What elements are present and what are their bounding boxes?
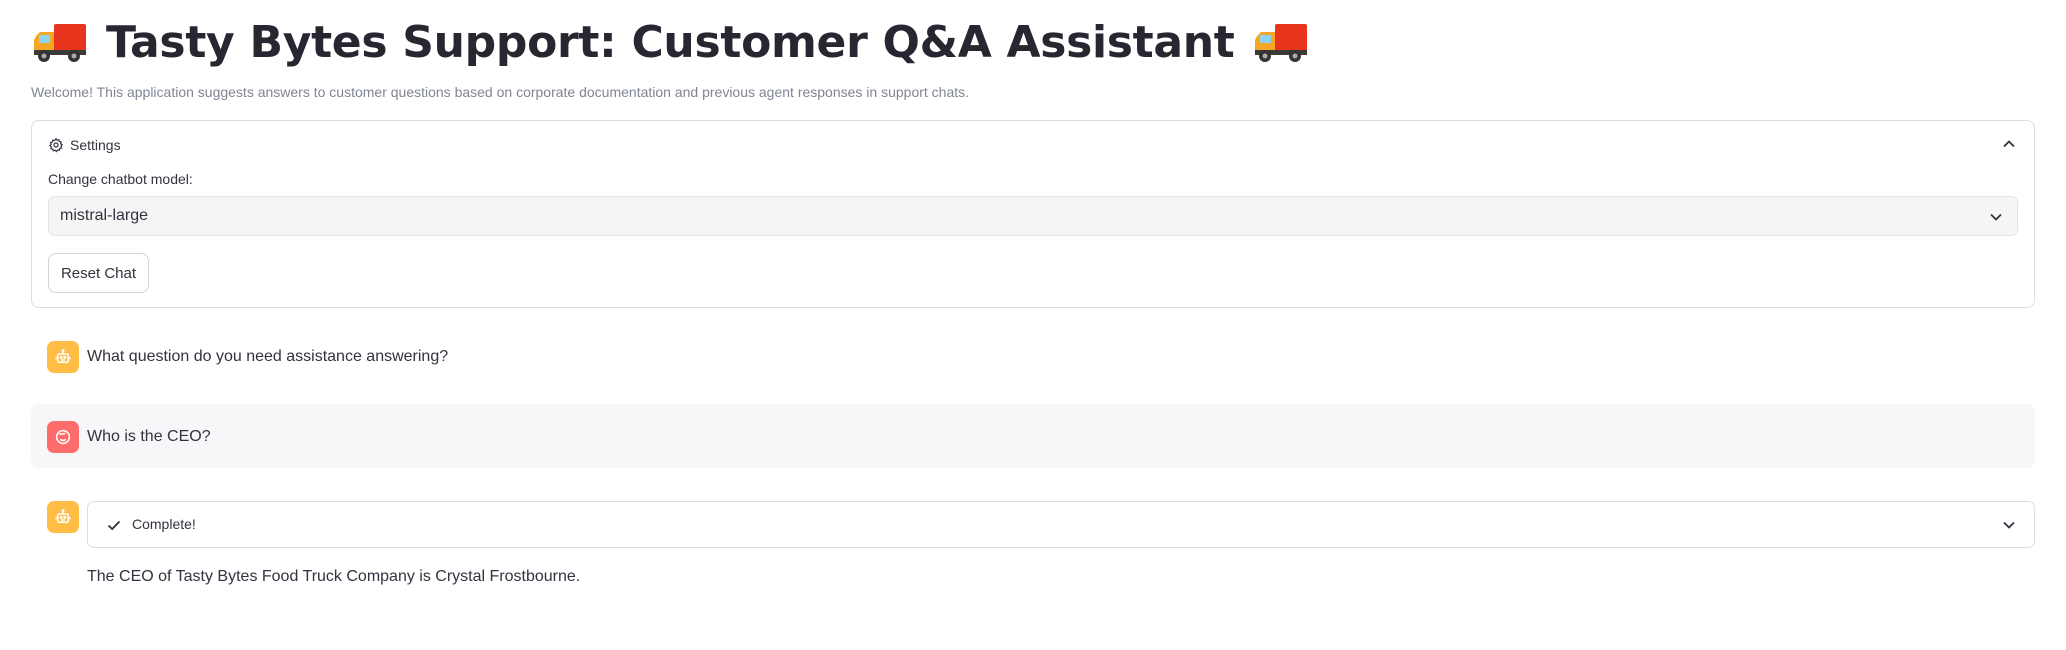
robot-icon <box>55 509 71 523</box>
assistant-avatar <box>47 501 79 533</box>
settings-label: Settings <box>70 137 121 153</box>
settings-expander: Settings Change chatbot model: mistral-l… <box>31 120 2035 308</box>
status-expander[interactable]: Complete! <box>87 501 2035 548</box>
user-message-text: Who is the CEO? <box>87 428 211 445</box>
page-title-text: Tasty Bytes Support: Customer Q&A Assist… <box>106 16 1235 68</box>
assistant-message-text: What question do you need assistance ans… <box>87 348 449 365</box>
truck-icon <box>1254 24 1307 62</box>
assistant-answer-text: The CEO of Tasty Bytes Food Truck Compan… <box>87 568 581 585</box>
model-select-label: Change chatbot model: <box>48 171 193 187</box>
user-avatar <box>47 421 79 453</box>
truck-icon <box>34 24 86 62</box>
page-title: Tasty Bytes Support: Customer Q&A Assist… <box>32 10 1309 74</box>
gear-icon <box>48 137 64 153</box>
app-page: Tasty Bytes Support: Customer Q&A Assist… <box>0 0 2066 650</box>
reset-chat-button[interactable]: Reset Chat <box>48 253 149 293</box>
check-icon <box>107 520 121 531</box>
welcome-caption: Welcome! This application suggests answe… <box>31 84 970 100</box>
settings-header[interactable]: Settings <box>48 135 121 155</box>
robot-icon <box>55 349 71 363</box>
status-label: Complete! <box>132 516 196 532</box>
model-select-value: mistral-large <box>60 207 149 224</box>
chevron-up-icon[interactable] <box>2002 137 2016 151</box>
chevron-down-icon <box>1990 213 2002 221</box>
assistant-avatar <box>47 341 79 373</box>
face-icon <box>55 429 71 445</box>
chevron-down-icon <box>2003 521 2015 529</box>
user-message-row <box>31 404 2035 468</box>
model-select[interactable]: mistral-large <box>48 196 2018 236</box>
